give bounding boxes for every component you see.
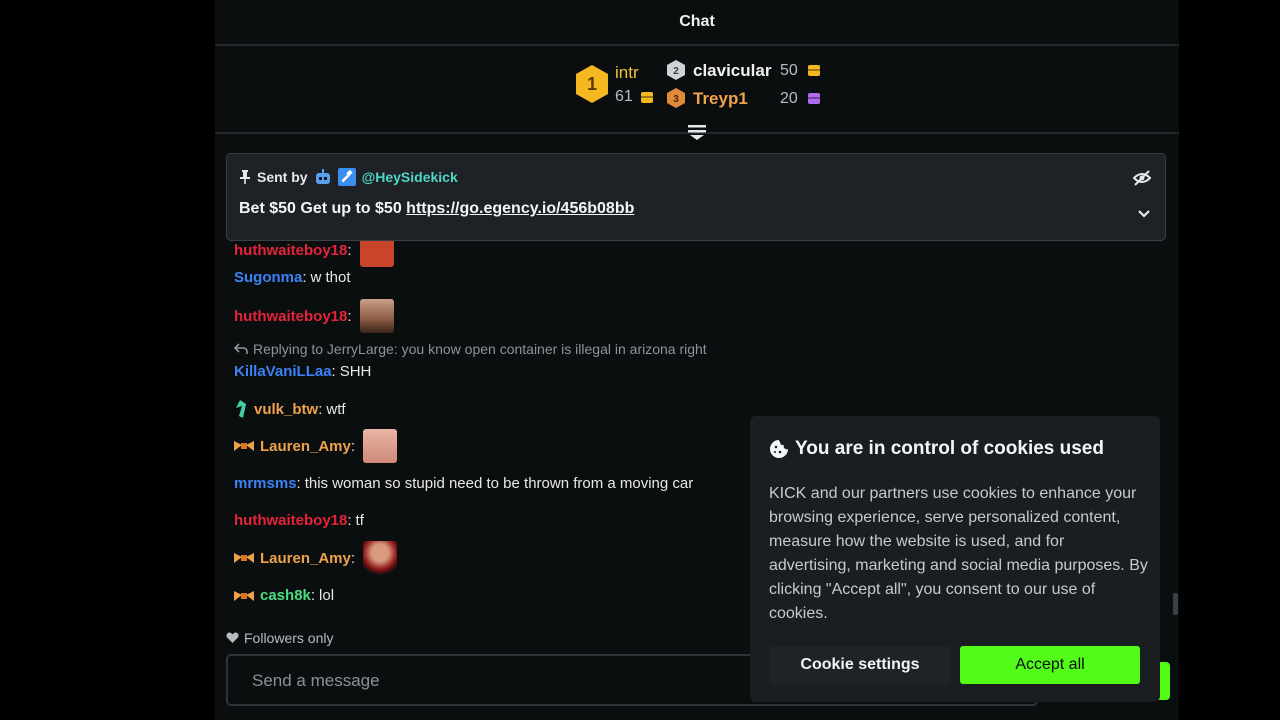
chat-message: vulk_btw : wtf xyxy=(234,400,346,418)
chat-username[interactable]: cash8k xyxy=(260,587,311,604)
reply-context[interactable]: Replying to JerryLarge: you know open co… xyxy=(234,341,707,357)
reply-arrow-icon xyxy=(234,343,248,354)
chat-message-clipped: huthwaiteboy18 : xyxy=(234,241,394,267)
emote-image xyxy=(363,429,398,463)
expand-pin-chevron-down-icon[interactable] xyxy=(1137,209,1151,219)
emote-image xyxy=(363,541,398,575)
cookie-settings-button[interactable]: Cookie settings xyxy=(770,646,950,684)
chat-username[interactable]: Lauren_Amy xyxy=(260,438,351,455)
moderator-hammer-icon xyxy=(337,168,356,186)
pinned-message-text: Bet $50 Get up to $50 xyxy=(239,200,402,217)
rank-3-badge-icon: 3 xyxy=(667,88,685,108)
pinned-header: Sent by @HeySidekick xyxy=(239,168,458,186)
leader-1-name[interactable]: intr xyxy=(615,63,639,83)
chat-message: Sugonma : w thot xyxy=(234,269,351,286)
leader-1-amount: 61 xyxy=(615,88,633,105)
sub-badge-icon xyxy=(234,441,254,451)
pinned-sender-handle[interactable]: @HeySidekick xyxy=(362,169,458,185)
svg-text:1: 1 xyxy=(587,74,597,94)
chat-username[interactable]: huthwaiteboy18 xyxy=(234,512,347,529)
cookie-description: KICK and our partners use cookies to enh… xyxy=(769,485,1148,622)
gift-icon xyxy=(641,92,653,103)
bot-icon xyxy=(315,169,330,184)
cookie-title: You are in control of cookies used xyxy=(769,438,1104,460)
chat-username[interactable]: Lauren_Amy xyxy=(260,550,351,567)
rank-2-badge-icon: 2 xyxy=(667,60,685,80)
gift-icon xyxy=(808,65,820,76)
chat-message: huthwaiteboy18 : xyxy=(234,299,394,333)
pinned-text: Bet $50 Get up to $50 https://go.egency.… xyxy=(239,200,634,218)
heart-icon xyxy=(226,632,239,643)
hide-pin-eye-off-icon[interactable] xyxy=(1133,170,1151,186)
chat-username[interactable]: KillaVaniLLaa xyxy=(234,363,332,380)
chat-message: huthwaiteboy18 : tf xyxy=(234,512,364,529)
chat-message: KillaVaniLLaa : SHH xyxy=(234,363,372,380)
chat-header: Chat xyxy=(215,0,1179,46)
cookie-icon xyxy=(770,440,788,458)
leader-3-name[interactable]: Treyp1 xyxy=(693,89,748,109)
rank-1-badge-icon: 1 xyxy=(576,65,608,103)
chat-username[interactable]: vulk_btw xyxy=(254,401,318,418)
leader-2-name[interactable]: clavicular xyxy=(693,61,771,81)
followers-only-indicator: Followers only xyxy=(226,630,333,646)
chat-message: mrmsms : this woman so stupid need to be… xyxy=(234,475,694,492)
svg-text:2: 2 xyxy=(673,66,679,77)
svg-text:3: 3 xyxy=(673,94,679,105)
chat-scrollbar[interactable] xyxy=(1173,593,1178,615)
leader-3-amount: 20 xyxy=(780,90,798,107)
chat-text: SHH xyxy=(339,363,372,380)
emote-image xyxy=(359,241,394,267)
cookie-consent-dialog: You are in control of cookies used KICK … xyxy=(750,416,1160,702)
chat-username[interactable]: huthwaiteboy18 xyxy=(234,242,347,259)
emote-image xyxy=(359,299,394,333)
accept-all-button[interactable]: Accept all xyxy=(960,646,1140,684)
cookie-title-text: You are in control of cookies used xyxy=(795,438,1104,459)
chat-text: w thot xyxy=(310,269,351,286)
chat-text: tf xyxy=(355,512,364,529)
chat-message: Lauren_Amy : xyxy=(234,541,398,575)
chat-text: lol xyxy=(319,587,335,604)
sub-badge-icon xyxy=(234,590,254,601)
chat-username[interactable]: Sugonma xyxy=(234,269,302,286)
sub-badge-icon xyxy=(234,553,254,563)
chat-username[interactable]: mrmsms xyxy=(234,475,297,492)
chat-text: this woman so stupid need to be thrown f… xyxy=(304,475,694,492)
pinned-message: Sent by @HeySidekick Bet $50 Get up to $… xyxy=(226,153,1166,241)
user-badge-icon xyxy=(236,400,246,418)
chat-username[interactable]: huthwaiteboy18 xyxy=(234,308,347,325)
chat-message: cash8k : lol xyxy=(234,587,334,604)
gift-leaderboard: 1 intr 61 2 clavicular 50 3 Treyp1 20 xyxy=(215,46,1179,134)
chat-message: Lauren_Amy : xyxy=(234,429,398,463)
leader-2-amount: 50 xyxy=(780,62,798,79)
reply-text: Replying to JerryLarge: you know open co… xyxy=(253,341,707,357)
pin-icon xyxy=(240,170,250,184)
pinned-link[interactable]: https://go.egency.io/456b08bb xyxy=(406,200,634,217)
pinned-sent-by: Sent by xyxy=(257,169,308,185)
followers-only-label: Followers only xyxy=(244,630,334,646)
collapse-leaderboard-icon[interactable] xyxy=(687,124,707,140)
chat-title: Chat xyxy=(679,13,715,30)
gift-icon xyxy=(808,93,820,104)
chat-text: wtf xyxy=(326,400,346,418)
